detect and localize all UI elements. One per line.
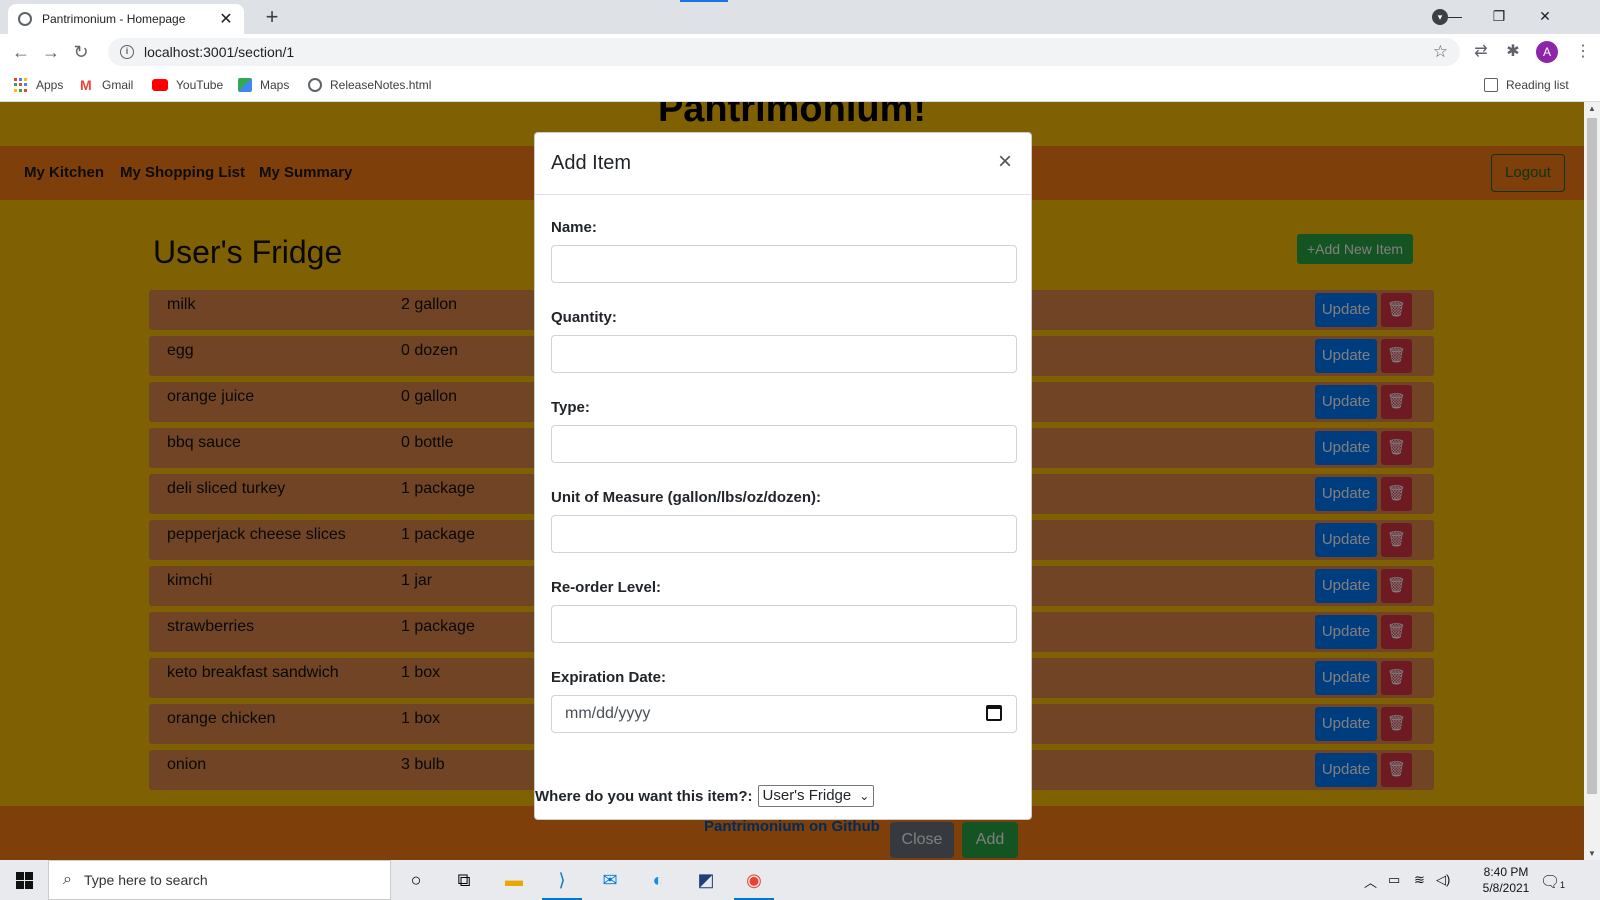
reading-list-icon	[1484, 78, 1498, 92]
date-placeholder: mm/dd/yyyy	[565, 705, 651, 722]
edge-icon[interactable]: ◐	[646, 868, 670, 892]
site-info-icon[interactable]: i	[120, 45, 134, 59]
location-label: Where do you want this item?:	[535, 787, 753, 805]
bookmark-youtube[interactable]: YouTube	[152, 78, 223, 92]
task-view-icon[interactable]: ⧉	[452, 868, 476, 892]
restore-button[interactable]: ❐	[1484, 4, 1514, 28]
clock-time: 8:40 PM	[1483, 865, 1529, 879]
profile-avatar[interactable]: A	[1536, 41, 1558, 63]
battery-icon[interactable]: ▭	[1388, 872, 1400, 888]
volume-icon[interactable]: ◁)	[1436, 872, 1450, 888]
window-close-button[interactable]: ✕	[1530, 4, 1560, 28]
scroll-down-icon[interactable]: ▼	[1584, 849, 1600, 858]
modal-title: Add Item	[551, 152, 632, 174]
chevron-down-icon: ⌄	[859, 789, 870, 803]
unit-label: Unit of Measure (gallon/lbs/oz/dozen):	[551, 489, 821, 506]
clock-date: 5/8/2021	[1482, 881, 1530, 895]
windows-start-icon[interactable]	[16, 872, 33, 889]
forward-icon[interactable]: →	[36, 42, 66, 63]
reorder-level-label: Re-order Level:	[551, 579, 662, 596]
new-tab-button[interactable]: +	[260, 4, 284, 30]
tab-close-icon[interactable]: ✕	[218, 9, 234, 29]
windows-taskbar: ⌕ Type here to search ○ ⧉ ▬ ⟩ ✉ ◐ ◩ ◉ ︿ …	[0, 860, 1600, 900]
apps-icon	[14, 78, 28, 92]
chrome-icon[interactable]: ◉	[734, 868, 774, 900]
browser-tabstrip: Pantrimonium - Homepage ✕ + ▾ — ❐ ✕	[0, 0, 1600, 34]
search-icon: ⌕	[63, 871, 72, 888]
location-select[interactable]: User's Fridge ⌄	[757, 785, 875, 807]
gmail-icon: M	[80, 77, 92, 93]
reorder-level-input[interactable]	[551, 605, 1017, 643]
location-select-value: User's Fridge	[762, 787, 852, 804]
reload-icon[interactable]: ↻	[66, 42, 96, 63]
reading-list[interactable]: Reading list	[1484, 78, 1569, 92]
taskbar-search[interactable]: ⌕ Type here to search	[48, 860, 391, 900]
url-text: localhost:3001/section/1	[144, 44, 295, 60]
youtube-icon	[152, 79, 168, 91]
bookmark-apps[interactable]: Apps	[14, 78, 63, 92]
bookmark-gmail[interactable]: M Gmail	[80, 78, 133, 92]
tab-loading-indicator	[680, 0, 728, 2]
modal-close-icon[interactable]: ×	[993, 149, 1017, 175]
browser-toolbar: ← → ↻ i localhost:3001/section/1 ☆	[0, 34, 1600, 70]
expiration-date-input[interactable]: mm/dd/yyyy	[551, 695, 1017, 733]
bookmarks-bar: Apps M Gmail YouTube Maps ReleaseNotes.h…	[0, 70, 1600, 102]
bookmark-releasenotes[interactable]: ReleaseNotes.html	[308, 78, 431, 92]
globe-icon	[18, 12, 32, 26]
browser-tab[interactable]: Pantrimonium - Homepage ✕	[8, 4, 244, 34]
page-scrollbar[interactable]: ▲ ▼	[1584, 102, 1600, 860]
unit-input[interactable]	[551, 515, 1017, 553]
tray-chevron-icon[interactable]: ︿	[1364, 872, 1377, 891]
modal-header: Add Item ×	[535, 133, 1031, 195]
bookmark-label: Maps	[260, 78, 290, 92]
vscode-icon[interactable]: ⟩	[542, 868, 582, 900]
menu-icon[interactable]: ⋮	[1572, 41, 1594, 61]
bookmark-label: ReleaseNotes.html	[330, 78, 432, 92]
bookmark-label: Apps	[36, 78, 64, 92]
add-item-modal: Add Item × Name: Quantity: Type: Unit of…	[534, 132, 1032, 820]
taskbar-clock[interactable]: 8:40 PM 5/8/2021	[1476, 864, 1536, 896]
file-explorer-icon[interactable]: ▬	[502, 868, 526, 892]
type-input[interactable]	[551, 425, 1017, 463]
puzzle-icon[interactable]: ✱	[1502, 41, 1524, 61]
location-row: Where do you want this item?: User's Fri…	[535, 785, 875, 807]
expiration-date-label: Expiration Date:	[551, 669, 667, 686]
quantity-label: Quantity:	[551, 309, 617, 326]
globe-icon	[308, 78, 322, 92]
calendar-icon[interactable]	[986, 705, 1002, 721]
maps-icon	[238, 78, 252, 92]
bookmark-label: Gmail	[102, 78, 134, 92]
notification-count: 1	[1560, 880, 1566, 890]
tab-title: Pantrimonium - Homepage	[42, 12, 186, 26]
back-icon[interactable]: ←	[6, 42, 36, 63]
name-input[interactable]	[551, 245, 1017, 283]
wifi-icon[interactable]: ≋	[1414, 872, 1425, 888]
name-label: Name:	[551, 219, 597, 236]
cortana-icon[interactable]: ○	[404, 868, 428, 892]
address-bar[interactable]: i localhost:3001/section/1 ☆	[108, 38, 1460, 66]
bookmark-maps[interactable]: Maps	[238, 78, 289, 92]
scrollbar-thumb[interactable]	[1587, 118, 1597, 794]
extension-icon[interactable]: ⇄	[1470, 41, 1492, 61]
scroll-up-icon[interactable]: ▲	[1584, 104, 1600, 113]
web-page: Pantrimonium! My Kitchen My Shopping Lis…	[0, 102, 1584, 860]
bookmark-star-icon[interactable]: ☆	[1433, 42, 1448, 62]
minimize-button[interactable]: —	[1440, 4, 1470, 28]
notifications-icon[interactable]: 🗨	[1540, 872, 1560, 892]
type-label: Type:	[551, 399, 590, 416]
ssms-icon[interactable]: ◩	[694, 868, 718, 892]
quantity-input[interactable]	[551, 335, 1017, 373]
bookmark-label: YouTube	[176, 78, 224, 92]
reading-list-label: Reading list	[1506, 78, 1569, 92]
taskbar-search-placeholder: Type here to search	[83, 872, 208, 888]
mail-icon[interactable]: ✉	[598, 868, 622, 892]
